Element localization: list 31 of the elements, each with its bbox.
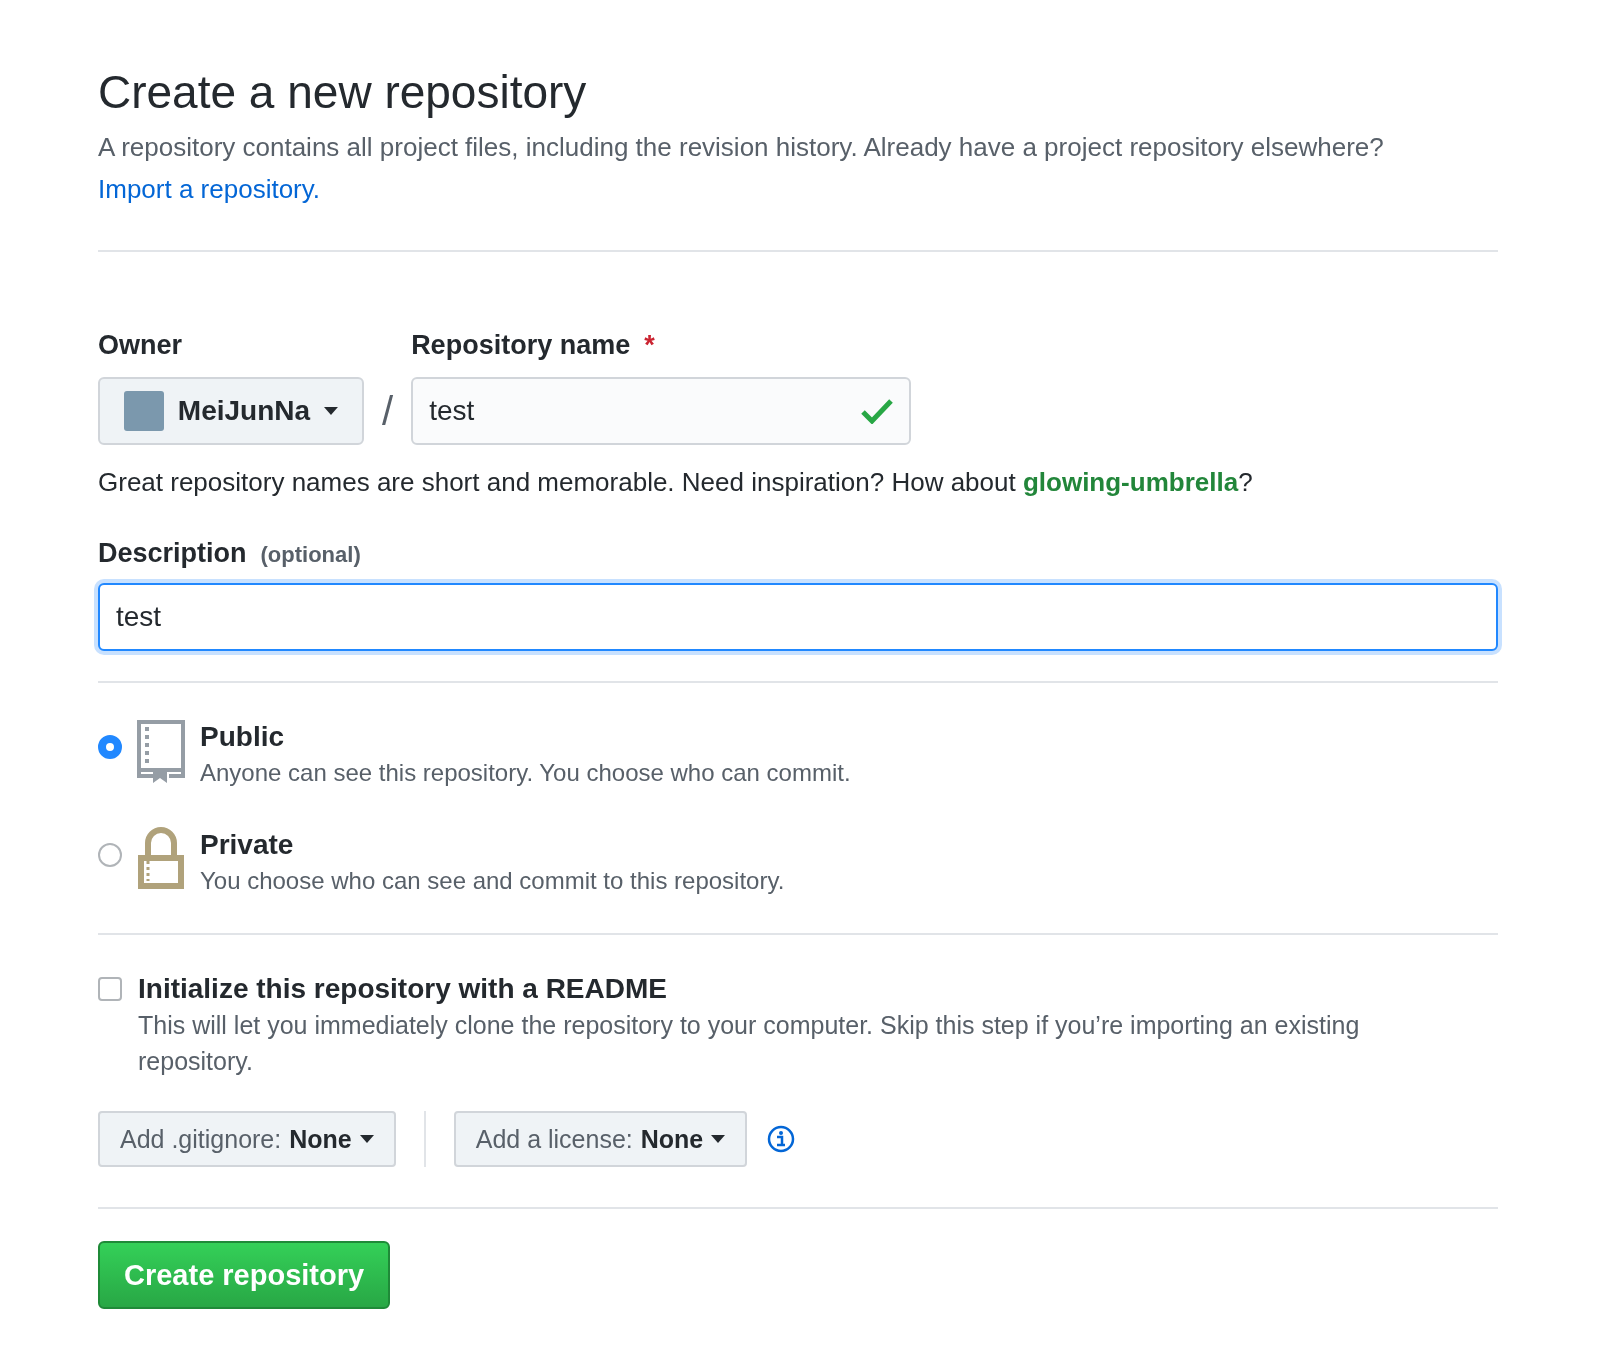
avatar-placeholder [124,391,164,431]
name-hint: Great repository names are short and memorable. Need inspiration? How about glowing-umbrella? [98,467,1254,498]
visibility-description: You choose who can see and commit to this repository. [200,866,785,896]
readme-description: This will let you immediately clone the repository to your computer. Skip this step if you’re importing an existing repository. [138,1010,1361,1077]
select-dropdown[interactable]: Add a license: None [453,1111,748,1167]
optional-note: (optional) [260,542,361,568]
description-field[interactable]: test [98,583,1498,651]
lock-icon [136,827,186,891]
readme-label: Initialize this repository with a README [138,972,668,1006]
path-separator: / [381,388,395,435]
intro-text: A repository contains all project files, including the revision history. Already have a project repository elsewhere? Import a repository. [98,131,1385,206]
caret-icon [359,1135,374,1143]
info-icon[interactable] [767,1125,796,1153]
visibility-title: Public [200,720,285,754]
book-icon [136,719,186,783]
radio-button[interactable] [98,735,122,759]
readme-checkbox[interactable] [98,977,122,1001]
owner-dropdown[interactable]: MeiJunNa [98,377,364,445]
select-dropdown[interactable]: Add .gitignore: None [98,1111,396,1167]
caret-icon [324,407,338,415]
import-link[interactable]: Import a repository. [98,174,321,204]
visibility-description: Anyone can see this repository. You choose who can commit. [200,758,851,788]
visibility-title: Private [200,828,295,862]
page-title: Create a new repository [98,65,588,120]
required-mark: * [644,330,655,361]
caret-icon [711,1135,726,1143]
owner-label: Owner [98,330,184,361]
radio-button[interactable] [98,843,122,867]
repo-name-field[interactable]: test [411,377,912,445]
description-label: Description [98,538,247,569]
repo-name-label: Repository name [411,330,631,361]
